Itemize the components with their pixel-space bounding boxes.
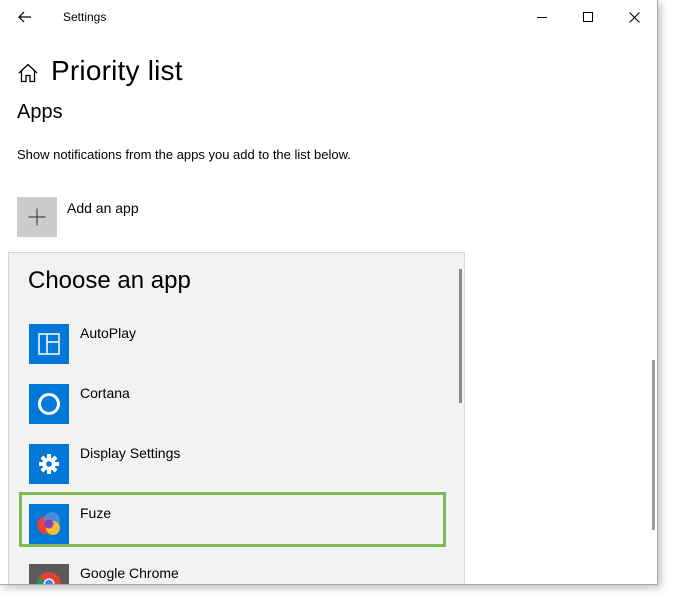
choose-app-flyout: Choose an app AutoPlay Cortana Display S… [8,252,465,584]
close-button[interactable] [611,0,657,34]
window-title: Settings [63,10,107,24]
app-item-cortana[interactable]: Cortana [9,372,449,432]
page-title: Priority list [51,55,183,86]
app-tile [29,444,69,484]
add-app-button[interactable] [17,197,57,237]
minimize-icon [537,17,547,18]
settings-window: Settings Priority list Apps Show notific… [0,0,658,585]
add-app-label[interactable]: Add an app [67,200,139,216]
plus-icon [28,208,46,226]
app-item-google-chrome[interactable]: Google Chrome [9,552,449,584]
section-description: Show notifications from the apps you add… [17,147,351,162]
minimize-button[interactable] [519,0,565,34]
app-label: Display Settings [80,445,181,461]
title-bar: Settings [0,0,657,34]
flyout-title: Choose an app [28,267,191,294]
close-icon [628,11,640,23]
app-label: Google Chrome [80,565,179,581]
cortana-icon [38,393,60,415]
app-label: AutoPlay [80,325,137,341]
maximize-icon [583,12,593,22]
gear-icon [39,454,59,474]
autoplay-icon [38,333,60,355]
flyout-scrollbar[interactable] [459,269,462,403]
app-tile [29,564,69,584]
app-tile [29,324,69,364]
fuze-highlight-box [19,492,446,547]
home-icon[interactable] [17,62,39,84]
maximize-button[interactable] [565,0,611,34]
app-item-display-settings[interactable]: Display Settings [9,432,449,492]
section-title: Apps [17,101,63,123]
app-tile [29,384,69,424]
window-scrollbar[interactable] [652,360,655,530]
back-button[interactable] [10,4,40,30]
chrome-icon [37,572,61,584]
back-arrow-icon [18,11,31,23]
app-item-autoplay[interactable]: AutoPlay [9,312,449,372]
app-label: Cortana [80,385,130,401]
